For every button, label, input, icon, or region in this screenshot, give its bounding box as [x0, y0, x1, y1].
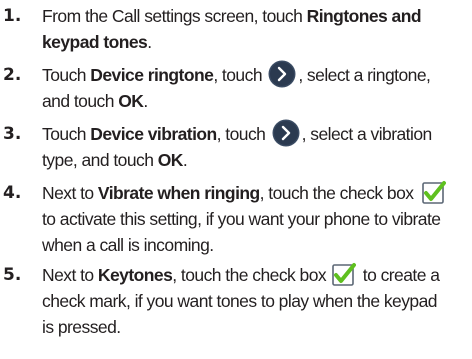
checkbox-checked-icon	[332, 262, 357, 286]
chevron-right-icon	[268, 60, 296, 88]
ui-term: Device ringtone	[90, 65, 214, 85]
step-line: and touch OK.	[42, 88, 470, 114]
step-number: 1.	[3, 6, 22, 26]
step-text-run: , touch	[216, 124, 270, 144]
step-text: Touch Device vibration, touch , select a…	[42, 119, 470, 173]
instruction-page: 1. From the Call settings screen, touch …	[0, 0, 472, 359]
step-text-run: , touch the check box	[172, 265, 331, 285]
step-text-run: .	[147, 32, 152, 52]
step-text-run: , select a vibration	[301, 124, 433, 144]
step-number: 3.	[3, 124, 22, 144]
step-line: Touch Device vibration, touch , select a…	[42, 119, 470, 147]
step-text: From the Call settings screen, touch Rin…	[42, 3, 470, 55]
step-line: check mark, if you want tones to play wh…	[42, 288, 470, 314]
step-text-run: is pressed.	[42, 317, 121, 337]
step-text-run: , touch the check box	[259, 183, 414, 203]
step-text-run: type, and touch	[42, 150, 158, 170]
checkbox-checked-icon	[421, 180, 446, 204]
step-text-run: Next to	[42, 265, 98, 285]
ui-term: OK	[157, 150, 184, 170]
chevron-right-icon	[272, 119, 300, 147]
step-text: Next to Vibrate when ringing, touch the …	[42, 180, 470, 258]
step-number: 5.	[3, 265, 22, 285]
step-text-run: From the Call settings screen, touch	[42, 6, 307, 26]
step-text-run: Touch	[42, 124, 91, 144]
step-line: type, and touch OK.	[42, 147, 470, 173]
step-text-run: , select a ringtone,	[298, 65, 431, 85]
step-text-run: when a call is incoming.	[42, 235, 214, 255]
ui-term: keypad tones	[42, 32, 148, 52]
ui-term: Keytones	[97, 265, 173, 285]
ui-term: Device vibration	[90, 124, 217, 144]
step-text-run: , touch	[213, 65, 267, 85]
step-line: keypad tones.	[42, 29, 470, 55]
step-text: Next to Keytones, touch the check box to…	[42, 262, 470, 340]
step-text-run: check mark, if you want tones to play wh…	[42, 291, 438, 311]
step-text-run: to create a	[358, 265, 440, 285]
ui-term: Ringtones and	[306, 6, 422, 26]
step-line: is pressed.	[42, 314, 470, 340]
step-text-run: .	[182, 150, 188, 170]
step-text-run: Next to	[42, 183, 98, 203]
step-text-run: to activate this setting, if you want yo…	[42, 209, 441, 229]
step-line: Next to Vibrate when ringing, touch the …	[42, 180, 470, 206]
step-text-run: .	[143, 91, 148, 111]
ui-term: OK	[118, 91, 144, 111]
step-text: Touch Device ringtone, touch , select a …	[42, 60, 470, 114]
step-line: to activate this setting, if you want yo…	[42, 206, 470, 232]
step-line: Next to Keytones, touch the check box to…	[42, 262, 470, 288]
step-number: 2.	[3, 65, 22, 85]
step-text-run: and touch	[42, 91, 119, 111]
ui-term: Vibrate when ringing	[97, 183, 260, 203]
step-line: when a call is incoming.	[42, 232, 470, 258]
step-line: From the Call settings screen, touch Rin…	[42, 3, 470, 29]
step-line: Touch Device ringtone, touch , select a …	[42, 60, 470, 88]
step-text-run: Touch	[42, 65, 91, 85]
step-number: 4.	[3, 183, 22, 203]
